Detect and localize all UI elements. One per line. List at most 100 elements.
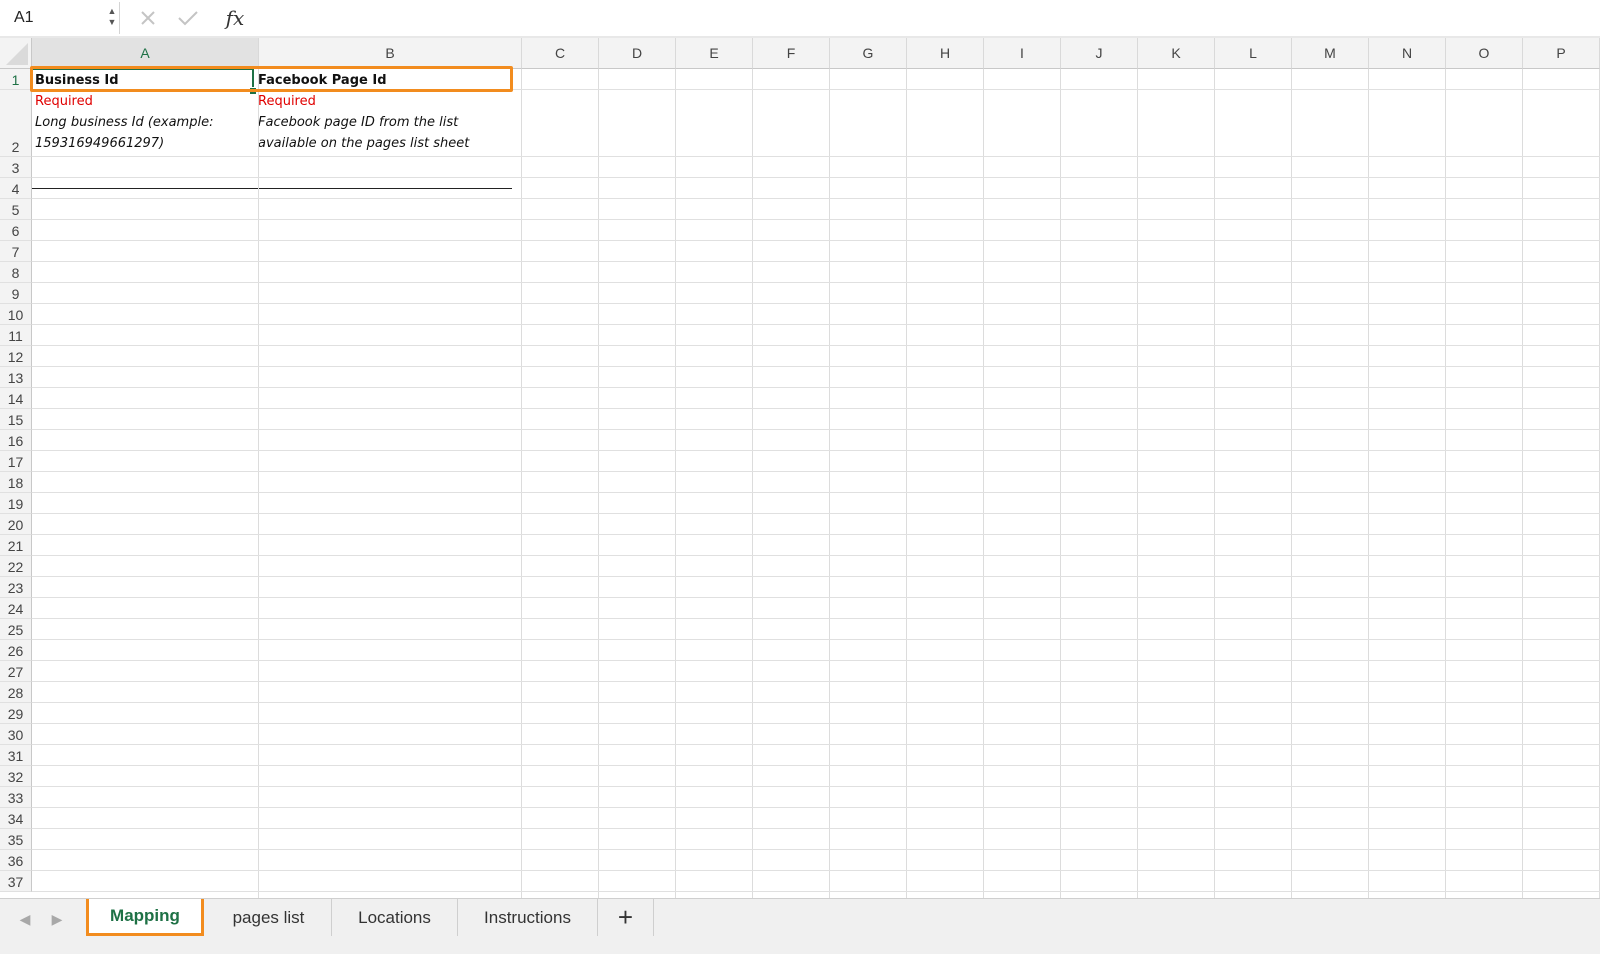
- tab-pages-list[interactable]: pages list: [206, 899, 332, 936]
- row-gridline: [32, 429, 1600, 430]
- fx-icon[interactable]: fx: [220, 4, 250, 32]
- row-header-12[interactable]: 12: [0, 346, 32, 367]
- row-header-11[interactable]: 11: [0, 325, 32, 346]
- column-gridline: [521, 69, 522, 918]
- row-header-14[interactable]: 14: [0, 388, 32, 409]
- column-gridline: [829, 69, 830, 918]
- column-header-m[interactable]: M: [1292, 38, 1369, 69]
- row-gridline: [32, 681, 1600, 682]
- column-header-e[interactable]: E: [676, 38, 753, 69]
- column-header-d[interactable]: D: [599, 38, 676, 69]
- row-gridline: [32, 807, 1600, 808]
- row-gridline: [32, 219, 1600, 220]
- chevron-right-icon[interactable]: ▶: [47, 909, 67, 929]
- row-header-22[interactable]: 22: [0, 556, 32, 577]
- column-gridline: [258, 69, 259, 918]
- column-header-j[interactable]: J: [1061, 38, 1138, 69]
- tab-instructions[interactable]: Instructions: [458, 899, 598, 936]
- row-header-19[interactable]: 19: [0, 493, 32, 514]
- row-header-15[interactable]: 15: [0, 409, 32, 430]
- row-gridline: [32, 891, 1600, 892]
- column-header-g[interactable]: G: [830, 38, 907, 69]
- add-sheet-button[interactable]: +: [598, 899, 654, 936]
- column-header-i[interactable]: I: [984, 38, 1061, 69]
- row-header-1[interactable]: 1: [0, 69, 32, 90]
- row-header-8[interactable]: 8: [0, 262, 32, 283]
- row-header-37[interactable]: 37: [0, 871, 32, 892]
- row-header-3[interactable]: 3: [0, 157, 32, 178]
- row-header-9[interactable]: 9: [0, 283, 32, 304]
- row-gridline: [32, 156, 1600, 157]
- row-gridline: [32, 702, 1600, 703]
- row-header-13[interactable]: 13: [0, 367, 32, 388]
- name-box-value: A1: [14, 9, 34, 26]
- name-box-stepper-icon[interactable]: ▲ ▼: [106, 6, 118, 30]
- row-header-2[interactable]: 2: [0, 90, 32, 157]
- row-gridline: [32, 597, 1600, 598]
- row-header-10[interactable]: 10: [0, 304, 32, 325]
- row-gridline: [32, 240, 1600, 241]
- cell-a2-description-line1: Long business Id (example:: [35, 115, 214, 130]
- cancel-icon[interactable]: [136, 4, 160, 32]
- name-box[interactable]: A1 ▲ ▼: [0, 2, 120, 34]
- column-gridline: [1137, 69, 1138, 918]
- row-gridline: [32, 576, 1600, 577]
- row-header-21[interactable]: 21: [0, 535, 32, 556]
- column-header-o[interactable]: O: [1446, 38, 1523, 69]
- row-header-26[interactable]: 26: [0, 640, 32, 661]
- column-header-c[interactable]: C: [522, 38, 599, 69]
- row-header-25[interactable]: 25: [0, 619, 32, 640]
- row-gridline: [32, 786, 1600, 787]
- cell-a2-description-line2: 159316949661297): [35, 136, 165, 151]
- row-header-27[interactable]: 27: [0, 661, 32, 682]
- row-header-33[interactable]: 33: [0, 787, 32, 808]
- row-header-36[interactable]: 36: [0, 850, 32, 871]
- column-header-n[interactable]: N: [1369, 38, 1446, 69]
- column-header-f[interactable]: F: [753, 38, 830, 69]
- formula-input[interactable]: [268, 4, 1588, 32]
- cell-a2-required: Required: [35, 94, 93, 109]
- confirm-icon[interactable]: [176, 4, 200, 32]
- row-header-16[interactable]: 16: [0, 430, 32, 451]
- row-gridline: [32, 618, 1600, 619]
- cell-b2-required: Required: [258, 94, 316, 109]
- row-header-20[interactable]: 20: [0, 514, 32, 535]
- row-header-34[interactable]: 34: [0, 808, 32, 829]
- row-header-5[interactable]: 5: [0, 199, 32, 220]
- row-header-28[interactable]: 28: [0, 682, 32, 703]
- cell-b2-description-line2: available on the pages list sheet: [258, 136, 470, 151]
- cell-area[interactable]: Business Id Facebook Page Id Required Lo…: [32, 69, 1600, 918]
- row-header-24[interactable]: 24: [0, 598, 32, 619]
- column-header-p[interactable]: P: [1523, 38, 1600, 69]
- row-gridline: [32, 303, 1600, 304]
- row-header-7[interactable]: 7: [0, 241, 32, 262]
- row-header-31[interactable]: 31: [0, 745, 32, 766]
- column-header-h[interactable]: H: [907, 38, 984, 69]
- row-header-29[interactable]: 29: [0, 703, 32, 724]
- row-gridline: [32, 387, 1600, 388]
- row-gridline: [32, 450, 1600, 451]
- row-header-18[interactable]: 18: [0, 472, 32, 493]
- row-gridline: [32, 660, 1600, 661]
- select-all-corner[interactable]: [0, 38, 32, 69]
- tab-mapping[interactable]: Mapping: [86, 899, 204, 936]
- row-header-35[interactable]: 35: [0, 829, 32, 850]
- column-header-k[interactable]: K: [1138, 38, 1215, 69]
- row-header-32[interactable]: 32: [0, 766, 32, 787]
- row-gridline: [32, 723, 1600, 724]
- row-header-6[interactable]: 6: [0, 220, 32, 241]
- row-gridline: [32, 639, 1600, 640]
- sheet-tab-bar: ◀ ▶ Mapping pages list Locations Instruc…: [0, 898, 1600, 954]
- tab-locations[interactable]: Locations: [332, 899, 458, 936]
- row-header-30[interactable]: 30: [0, 724, 32, 745]
- row-2-bottom-border: [32, 188, 512, 189]
- column-header-b[interactable]: B: [259, 38, 522, 69]
- column-header-a[interactable]: A: [32, 38, 259, 69]
- column-gridline: [1522, 69, 1523, 918]
- row-header-4[interactable]: 4: [0, 178, 32, 199]
- chevron-left-icon[interactable]: ◀: [15, 909, 35, 929]
- row-header-23[interactable]: 23: [0, 577, 32, 598]
- column-header-l[interactable]: L: [1215, 38, 1292, 69]
- column-gridline: [675, 69, 676, 918]
- row-header-17[interactable]: 17: [0, 451, 32, 472]
